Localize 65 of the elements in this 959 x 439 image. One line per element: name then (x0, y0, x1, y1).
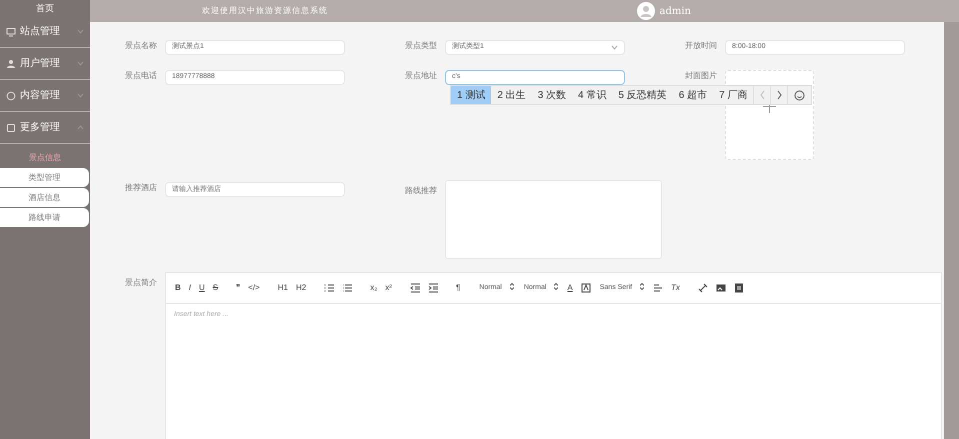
sidebar-menu-item[interactable]: 用户管理 (0, 48, 90, 80)
field-label: 景点简介 (125, 277, 158, 289)
field-label: 景点地址 (405, 70, 438, 82)
ordered-list-icon[interactable] (324, 283, 334, 293)
link-icon[interactable] (698, 283, 708, 293)
smiley-icon (794, 90, 806, 100)
toolbar-button[interactable]: ¶ (454, 284, 462, 292)
submenu-item[interactable]: 路线申请 (0, 208, 89, 227)
field-label: 推荐酒店 (125, 182, 158, 194)
candidate[interactable]: 1 测试 (451, 86, 492, 104)
monitor-icon (6, 26, 16, 36)
bullet-list-icon[interactable] (342, 283, 352, 293)
chat-bubble-icon (6, 90, 16, 100)
submenu-item[interactable]: 酒店信息 (0, 188, 89, 207)
updown-caret-icon (554, 282, 558, 290)
field-label: 路线推荐 (405, 185, 438, 197)
indent-icon[interactable] (428, 283, 438, 293)
chevron-left-icon (758, 90, 766, 100)
username: admin (660, 4, 691, 18)
avatar-icon (637, 2, 655, 20)
toolbar-button[interactable]: B (174, 284, 182, 292)
toolbar-button[interactable]: S (212, 284, 220, 292)
align-left-icon[interactable] (653, 283, 664, 293)
field-label: 开放时间 (685, 40, 718, 52)
field-label: 封面图片 (685, 70, 718, 82)
field-label: 景点类型 (405, 40, 438, 52)
updown-caret-icon (510, 282, 514, 290)
candidate[interactable]: 7 厂商 (713, 86, 754, 104)
toolbar-button[interactable]: U (198, 284, 206, 292)
field-label: 景点电话 (125, 70, 158, 82)
toolbar-button[interactable]: ❞ (235, 284, 242, 292)
image-icon[interactable] (716, 283, 726, 293)
chevron-down-icon (611, 45, 618, 50)
toolbar-button[interactable]: A (566, 284, 574, 292)
toolbar-button[interactable]: x² (384, 284, 393, 292)
field-label: 景点名称 (125, 40, 158, 52)
outdent-icon[interactable] (410, 283, 420, 293)
home-link[interactable]: 首页 (0, 0, 90, 16)
user-icon (6, 58, 16, 68)
candidate[interactable]: 2 出生 (491, 86, 532, 104)
sidebar-menu-item[interactable]: 内容管理 (0, 80, 90, 112)
toolbar-button[interactable]: </> (247, 284, 261, 292)
menu-label: 用户管理 (20, 56, 61, 71)
toolbar-button[interactable]: I (188, 284, 192, 292)
square-icon (6, 122, 16, 132)
candidate[interactable]: 6 超市 (672, 86, 714, 104)
sidebar-menu-item[interactable]: 更多管理 (0, 112, 90, 144)
toolbar-button[interactable]: H2 (294, 284, 308, 292)
menu-label: 内容管理 (20, 88, 61, 103)
toolbar-button[interactable]: Tx (670, 284, 681, 292)
menu-label: 站点管理 (20, 24, 61, 39)
updown-caret-icon (640, 282, 644, 290)
submenu-item[interactable]: 类型管理 (0, 168, 89, 187)
toolbar-button[interactable]: x₂ (369, 284, 378, 292)
header-title: 欢迎使用汉中旅游资源信息系统 (201, 5, 329, 17)
candidate[interactable]: 3 次数 (532, 86, 572, 104)
toolbar-button[interactable]: H1 (276, 284, 289, 292)
video-icon[interactable] (734, 283, 744, 293)
candidate[interactable]: 4 常识 (572, 86, 612, 104)
menu-label: 更多管理 (20, 121, 61, 135)
candidate[interactable]: 5 反恐精英 (612, 86, 673, 104)
scrollbar[interactable] (944, 22, 959, 439)
chevron-right-icon (776, 90, 783, 100)
sidebar-menu-item[interactable]: 站点管理 (0, 16, 90, 48)
highlight-icon[interactable] (580, 283, 591, 293)
